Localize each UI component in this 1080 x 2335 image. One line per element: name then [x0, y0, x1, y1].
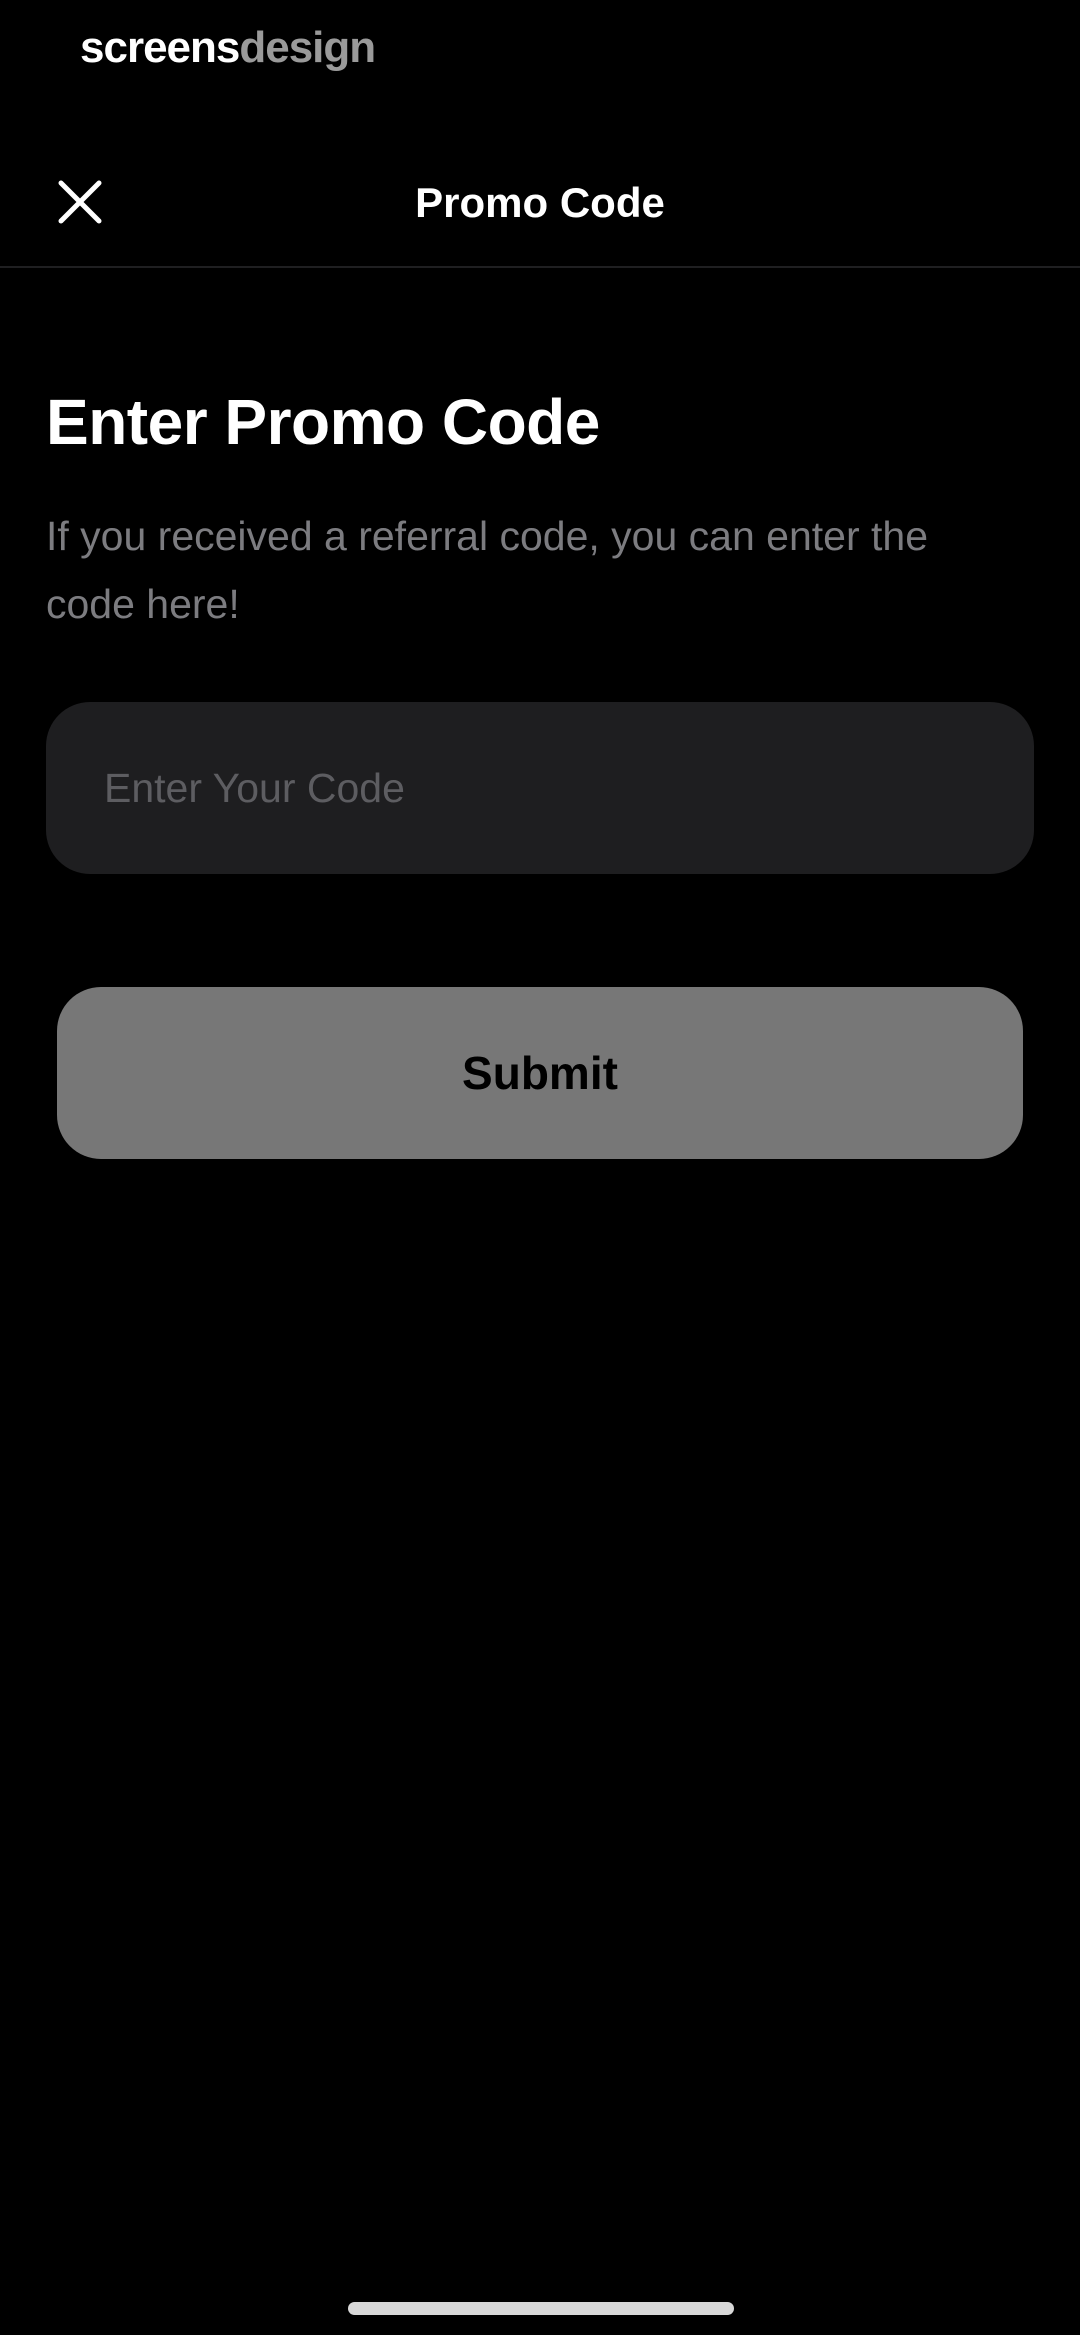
watermark-part-screens: screens: [80, 23, 240, 72]
page-heading: Enter Promo Code: [46, 386, 600, 458]
nav-title: Promo Code: [415, 179, 665, 226]
page-description: If you received a referral code, you can…: [46, 513, 929, 627]
close-icon: [58, 180, 102, 224]
submit-button[interactable]: Submit: [57, 987, 1023, 1159]
close-button[interactable]: [44, 166, 116, 238]
navigation-bar: Promo Code: [0, 140, 1080, 268]
home-indicator[interactable]: [348, 2302, 734, 2315]
watermark-part-design: design: [239, 23, 376, 72]
promo-code-input[interactable]: [46, 702, 1034, 874]
screensdesign-watermark: screensdesign: [80, 18, 376, 78]
